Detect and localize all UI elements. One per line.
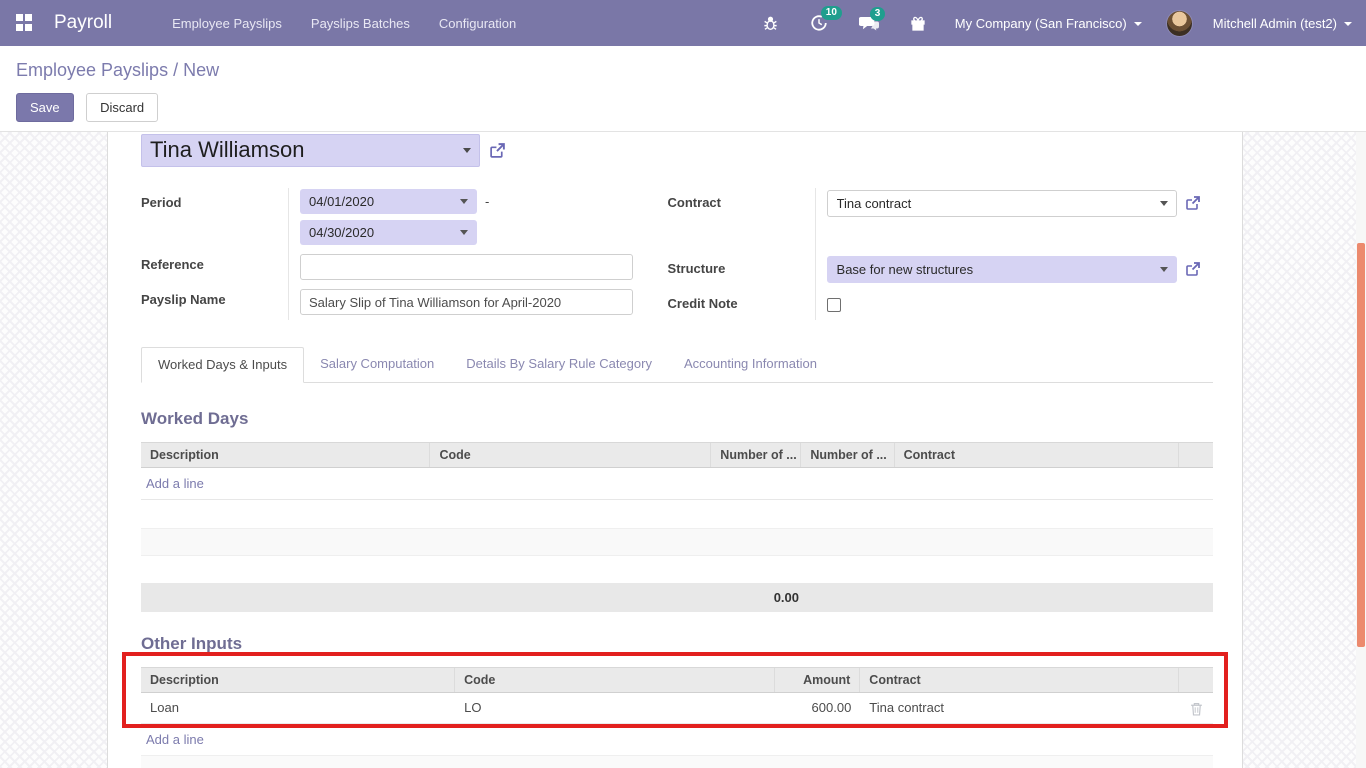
payslip-name-label: Payslip Name [141,285,288,320]
chevron-down-icon [1160,201,1168,206]
column-header[interactable]: Number of ... [711,443,801,467]
column-header[interactable]: Description [141,668,455,692]
activity-clock-icon[interactable]: 10 [801,14,837,32]
reference-label: Reference [141,250,288,285]
company-name: My Company (San Francisco) [955,16,1127,31]
scrollbar-thumb[interactable] [1357,243,1365,647]
messages-icon[interactable]: 3 [850,15,888,32]
structure-label: Structure [668,254,815,289]
contract-input[interactable] [827,190,1177,217]
chevron-down-icon [1160,267,1168,272]
bug-icon[interactable] [753,15,788,32]
tab-accounting-information[interactable]: Accounting Information [668,347,833,382]
reference-input[interactable] [300,254,633,280]
menu-payslips-batches[interactable]: Payslips Batches [311,16,410,31]
worked-days-add-line-row: Add a line [141,468,1213,500]
date-from-field[interactable] [300,189,477,214]
contract-external-link-icon[interactable] [1185,195,1201,211]
other-inputs-add-line-row: Add a line [141,724,1213,755]
date-from-input[interactable] [300,189,477,214]
form-view-area: Period - Reference [0,132,1366,768]
employee-external-link-icon[interactable] [489,142,506,159]
breadcrumb-current: New [183,60,219,80]
messages-count-badge: 3 [870,7,886,21]
cell-description[interactable]: Loan [141,693,455,722]
contract-label: Contract [668,188,815,223]
breadcrumb: Employee Payslips / New [16,60,1350,81]
notebook-tabs: Worked Days & Inputs Salary Computation … [141,347,1213,383]
tab-details-by-salary-rule-category[interactable]: Details By Salary Rule Category [450,347,668,382]
worked-days-table: Description Code Number of ... Number of… [141,442,1213,612]
company-switcher[interactable]: My Company (San Francisco) [955,16,1142,31]
tab-worked-days-inputs[interactable]: Worked Days & Inputs [141,347,304,383]
other-inputs-title: Other Inputs [141,634,1213,654]
chevron-down-icon [1344,22,1352,26]
cell-code[interactable]: LO [455,693,774,722]
other-inputs-header: Description Code Amount Contract [141,667,1213,693]
worked-days-header: Description Code Number of ... Number of… [141,442,1213,468]
control-panel: Employee Payslips / New Save Discard [0,46,1366,132]
structure-input[interactable] [827,256,1177,283]
column-header[interactable]: Code [430,443,711,467]
tab-salary-computation[interactable]: Salary Computation [304,347,450,382]
app-brand[interactable]: Payroll [54,12,112,34]
payslip-form-sheet: Period - Reference [107,132,1243,768]
column-header[interactable]: Number of ... [801,443,894,467]
user-name: Mitchell Admin (test2) [1213,16,1337,31]
column-header[interactable]: Contract [860,668,1179,692]
table-row[interactable]: Loan LO 600.00 Tina contract [141,693,1213,724]
cell-contract[interactable]: Tina contract [860,693,1179,722]
worked-days-total-value: 0.00 [774,590,799,605]
save-button[interactable]: Save [16,93,74,122]
breadcrumb-parent[interactable]: Employee Payslips [16,60,168,80]
period-label: Period [141,188,288,219]
worked-days-add-line-link[interactable]: Add a line [141,468,209,499]
empty-row [141,528,1213,556]
date-to-input[interactable] [300,220,477,245]
menu-employee-payslips[interactable]: Employee Payslips [172,16,282,31]
column-header[interactable]: Description [141,443,430,467]
apps-menu-icon[interactable] [16,14,34,32]
chevron-down-icon [1134,22,1142,26]
avatar[interactable] [1166,10,1193,37]
gift-icon[interactable] [901,15,935,32]
credit-note-checkbox[interactable] [827,298,841,312]
chevron-down-icon [460,230,468,235]
top-navbar: Payroll Employee Payslips Payslips Batch… [0,0,1366,46]
delete-row-trash-icon[interactable] [1190,702,1203,716]
credit-note-label: Credit Note [668,289,815,321]
user-menu[interactable]: Mitchell Admin (test2) [1213,16,1352,31]
other-inputs-section: Other Inputs Description Code Amount Con… [141,634,1213,768]
discard-button[interactable]: Discard [86,93,158,122]
employee-field[interactable] [141,134,480,167]
empty-row [141,755,1213,768]
menu-configuration[interactable]: Configuration [439,16,516,31]
activities-count-badge: 10 [821,6,842,20]
cell-amount[interactable]: 600.00 [775,693,861,722]
employee-input[interactable] [141,134,480,167]
vertical-scrollbar[interactable] [1356,132,1366,768]
structure-external-link-icon[interactable] [1185,261,1201,277]
structure-field[interactable] [827,256,1177,283]
payslip-name-input[interactable] [300,289,633,315]
chevron-down-icon [460,199,468,204]
empty-row [141,500,1213,528]
breadcrumb-separator: / [173,60,178,80]
other-inputs-add-line-link[interactable]: Add a line [141,724,209,755]
date-to-field[interactable] [300,220,477,245]
column-header[interactable]: Contract [895,443,1179,467]
column-header[interactable]: Amount [775,668,861,692]
chevron-down-icon [463,148,471,153]
contract-field[interactable] [827,190,1177,217]
worked-days-total-row: 0.00 [141,583,1213,612]
period-separator: - [485,194,489,209]
other-inputs-table: Description Code Amount Contract Loan LO… [141,667,1213,768]
worked-days-title: Worked Days [141,409,1213,429]
column-header[interactable]: Code [455,668,774,692]
